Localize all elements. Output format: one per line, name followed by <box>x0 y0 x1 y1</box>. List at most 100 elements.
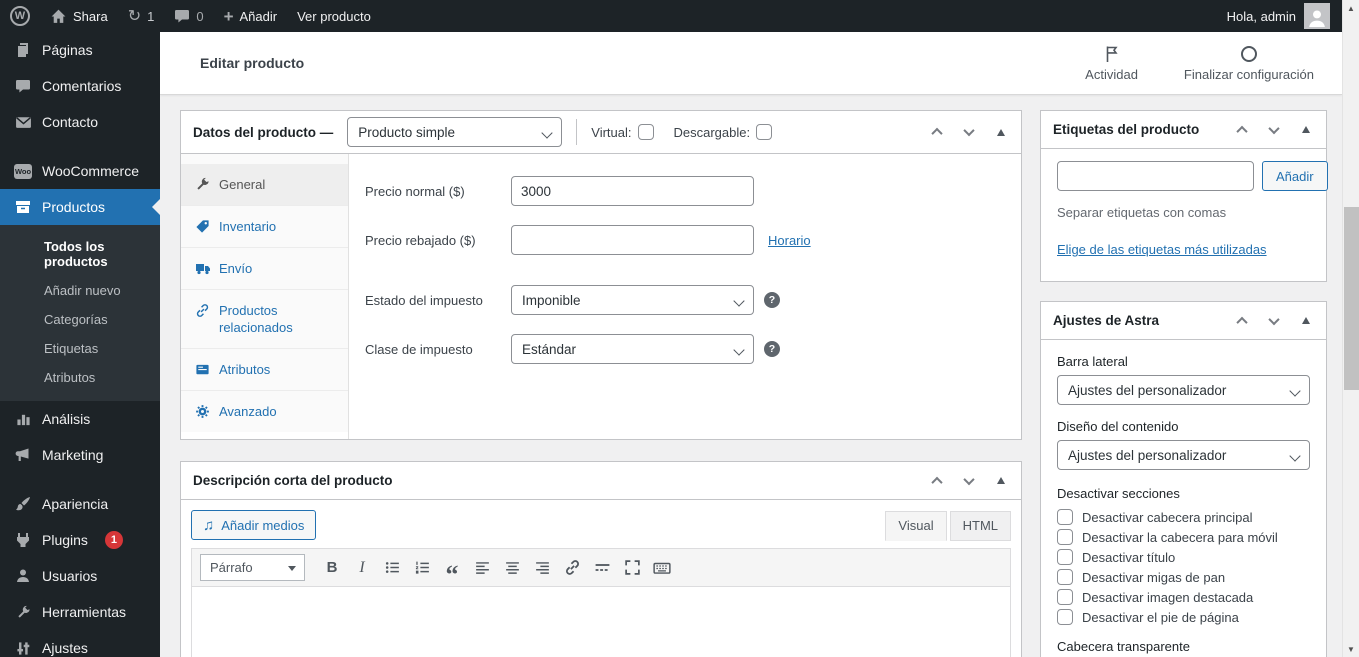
scroll-up-button[interactable]: ▲ <box>1343 0 1359 16</box>
move-down-button[interactable] <box>1266 122 1282 138</box>
bulleted-list-icon[interactable] <box>379 555 405 581</box>
move-down-button[interactable] <box>961 124 977 140</box>
more-tag-icon[interactable] <box>589 555 615 581</box>
tab-avanzado[interactable]: Avanzado <box>181 390 348 432</box>
products-icon <box>14 198 32 216</box>
toggle-panel-button[interactable] <box>993 124 1009 140</box>
sidebar-item-paginas[interactable]: Páginas <box>0 32 160 68</box>
disable-title-checkbox[interactable] <box>1057 549 1073 565</box>
comments-menu[interactable]: 0 <box>164 0 213 32</box>
help-icon[interactable]: ? <box>764 292 780 308</box>
tag-icon <box>195 219 211 235</box>
main-column: Datos del producto — Producto simple Vir… <box>180 110 1022 657</box>
sidebar-item-usuarios[interactable]: Usuarios <box>0 558 160 594</box>
downloadable-checkbox[interactable] <box>756 124 773 140</box>
tab-visual[interactable]: Visual <box>885 511 947 541</box>
disable-footer-checkbox[interactable] <box>1057 609 1073 625</box>
updates-menu[interactable]: ↻ 1 <box>118 0 165 32</box>
content-area: Editar producto Actividad Finalizar conf… <box>160 32 1342 657</box>
toggle-panel-button[interactable] <box>1298 122 1314 138</box>
disable-featured-image-checkbox[interactable] <box>1057 589 1073 605</box>
tax-status-select[interactable]: Imponible <box>511 285 754 315</box>
sidebar-item-comentarios[interactable]: Comentarios <box>0 68 160 104</box>
sidebar-item-label: Usuarios <box>42 568 98 584</box>
fullscreen-icon[interactable] <box>619 555 645 581</box>
regular-price-input[interactable] <box>511 176 754 206</box>
sidebar-item-analisis[interactable]: Análisis <box>0 401 160 437</box>
sale-price-input[interactable] <box>511 225 754 255</box>
finish-setup-button[interactable]: Finalizar configuración <box>1184 44 1314 82</box>
activity-button[interactable]: Actividad <box>1085 44 1138 82</box>
disable-mobile-header-checkbox[interactable] <box>1057 529 1073 545</box>
move-up-button[interactable] <box>1234 313 1250 329</box>
tab-envio[interactable]: Envío <box>181 247 348 289</box>
add-tag-button[interactable]: Añadir <box>1262 161 1328 191</box>
numbered-list-icon[interactable] <box>409 555 435 581</box>
product-type-select[interactable]: Producto simple <box>347 117 563 147</box>
content-layout-select[interactable]: Ajustes del personalizador <box>1057 440 1310 470</box>
sidebar-item-label: Contacto <box>42 114 99 130</box>
virtual-checkbox[interactable] <box>637 124 654 140</box>
disable-main-header-checkbox[interactable] <box>1057 509 1073 525</box>
megaphone-icon <box>14 446 32 464</box>
sidebar-item-marketing[interactable]: Marketing <box>0 437 160 473</box>
sidebar-setting-select[interactable]: Ajustes del personalizador <box>1057 375 1310 405</box>
align-left-icon[interactable] <box>469 555 495 581</box>
help-icon[interactable]: ? <box>764 341 780 357</box>
move-up-button[interactable] <box>1234 122 1250 138</box>
italic-icon[interactable]: I <box>349 555 375 581</box>
sidebar-item-contacto[interactable]: Contacto <box>0 104 160 140</box>
sidebar-item-plugins[interactable]: Plugins 1 <box>0 522 160 558</box>
tab-html[interactable]: HTML <box>949 511 1011 541</box>
updates-icon: ↻ <box>127 8 142 25</box>
tab-atributos[interactable]: Atributos <box>181 348 348 390</box>
choose-tags-link[interactable]: Elige de las etiquetas más utilizadas <box>1057 242 1267 257</box>
align-center-icon[interactable] <box>499 555 525 581</box>
page-scrollbar[interactable]: ▲ ▼ <box>1342 0 1359 657</box>
move-down-button[interactable] <box>961 473 977 489</box>
move-up-button[interactable] <box>929 124 945 140</box>
tab-inventario[interactable]: Inventario <box>181 205 348 247</box>
sidebar-item-ajustes[interactable]: Ajustes <box>0 630 160 657</box>
wordpress-logo-menu[interactable]: W <box>0 0 40 32</box>
add-media-button[interactable]: ♫ Añadir medios <box>191 510 317 540</box>
tax-class-select[interactable]: Estándar <box>511 334 754 364</box>
sidebar-item-apariencia[interactable]: Apariencia <box>0 486 160 522</box>
sidebar-item-productos[interactable]: Productos <box>0 189 160 225</box>
tags-hint: Separar etiquetas con comas <box>1057 205 1227 220</box>
my-account-menu[interactable]: Hola, admin <box>1227 3 1342 29</box>
toggle-panel-button[interactable] <box>1298 313 1314 329</box>
scroll-down-button[interactable]: ▼ <box>1343 641 1359 657</box>
move-down-button[interactable] <box>1266 313 1282 329</box>
product-data-title: Datos del producto — <box>193 124 334 140</box>
disable-sections-label: Desactivar secciones <box>1057 486 1180 501</box>
toggle-panel-button[interactable] <box>993 473 1009 489</box>
new-content-menu[interactable]: + Añadir <box>214 0 288 32</box>
insert-link-icon[interactable] <box>559 555 585 581</box>
move-up-button[interactable] <box>929 473 945 489</box>
menu-separator <box>0 473 160 486</box>
submenu-item-anadir-nuevo[interactable]: Añadir nuevo <box>0 276 160 305</box>
submenu-item-atributos[interactable]: Atributos <box>0 363 160 392</box>
keyboard-shortcuts-icon[interactable] <box>649 555 675 581</box>
submenu-item-categorias[interactable]: Categorías <box>0 305 160 334</box>
short-description-textarea[interactable] <box>192 587 1010 657</box>
paragraph-format-select[interactable]: Párrafo <box>200 554 305 581</box>
site-name-menu[interactable]: Shara <box>40 0 118 32</box>
blockquote-icon[interactable]: “ <box>439 555 465 587</box>
tab-productos-relacionados[interactable]: Productos relacionados <box>181 289 348 348</box>
schedule-link[interactable]: Horario <box>768 233 811 248</box>
new-tag-input[interactable] <box>1057 161 1254 191</box>
sidebar-item-herramientas[interactable]: Herramientas <box>0 594 160 630</box>
submenu-item-todos-los-productos[interactable]: Todos los productos <box>0 232 160 276</box>
disable-section-row: Desactivar cabecera principal <box>1057 507 1310 527</box>
tab-general[interactable]: General <box>181 164 348 205</box>
align-right-icon[interactable] <box>529 555 555 581</box>
view-product-menu[interactable]: Ver producto <box>287 0 381 32</box>
contact-icon <box>14 113 32 131</box>
submenu-item-etiquetas[interactable]: Etiquetas <box>0 334 160 363</box>
sidebar-item-woocommerce[interactable]: Woo WooCommerce <box>0 153 160 189</box>
bold-icon[interactable]: B <box>319 555 345 581</box>
scrollbar-thumb[interactable] <box>1344 207 1359 390</box>
disable-breadcrumbs-checkbox[interactable] <box>1057 569 1073 585</box>
